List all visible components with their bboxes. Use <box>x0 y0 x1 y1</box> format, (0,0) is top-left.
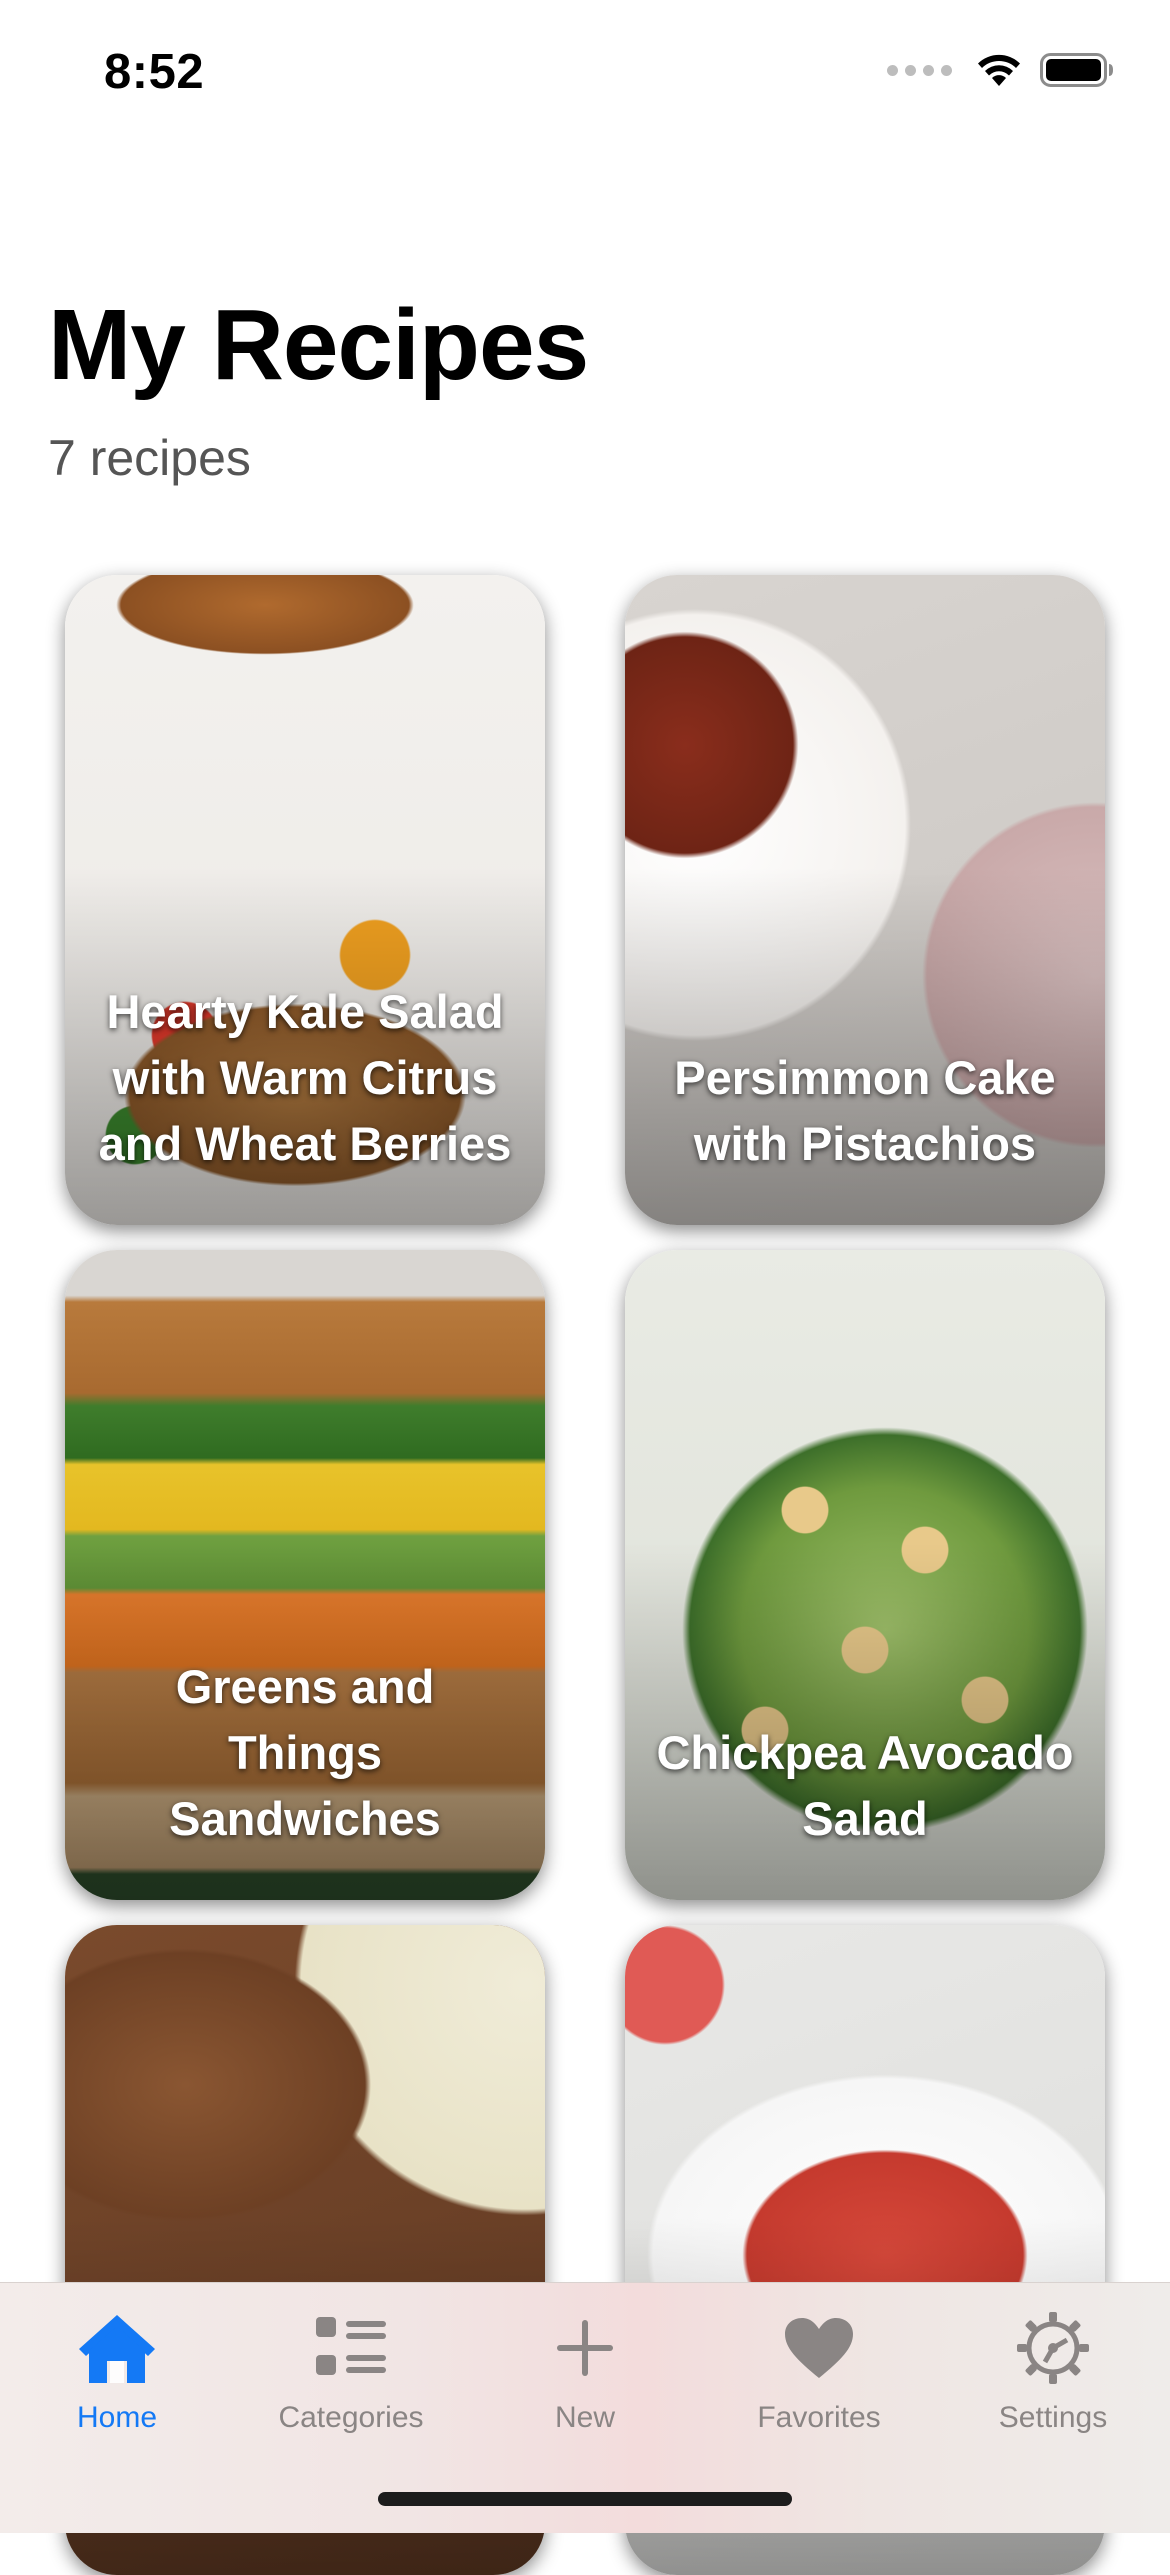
heart-icon <box>783 2305 855 2391</box>
tab-label: Favorites <box>757 2401 881 2434</box>
tab-label: Categories <box>278 2401 424 2434</box>
recipe-title: Persimmon Cake with Pistachios <box>674 1051 1056 1170</box>
home-indicator[interactable] <box>378 2492 792 2506</box>
tab-new[interactable]: New <box>468 2305 702 2455</box>
gear-icon <box>1015 2305 1091 2391</box>
recipe-card[interactable]: Greens and Things Sandwiches <box>65 1250 545 1900</box>
recipe-card[interactable]: Hearty Kale Salad with Warm Citrus and W… <box>65 575 545 1225</box>
tab-settings[interactable]: Settings <box>936 2305 1170 2455</box>
tab-home[interactable]: Home <box>0 2305 234 2455</box>
recipe-title: Greens and Things Sandwiches <box>169 1660 441 1845</box>
tab-label: Settings <box>998 2401 1108 2434</box>
tab-label: Home <box>76 2401 158 2434</box>
tab-label: New <box>554 2401 615 2434</box>
tab-categories[interactable]: Categories <box>234 2305 468 2455</box>
plus-icon <box>553 2305 617 2391</box>
recipe-grid: Hearty Kale Salad with Warm Citrus and W… <box>0 0 1170 2575</box>
recipe-card[interactable]: Persimmon Cake with Pistachios <box>625 575 1105 1225</box>
house-icon <box>75 2305 159 2391</box>
list-icon <box>314 2305 388 2391</box>
recipe-title: Chickpea Avocado Salad <box>656 1726 1074 1845</box>
recipe-card[interactable]: Chickpea Avocado Salad <box>625 1250 1105 1900</box>
tab-favorites[interactable]: Favorites <box>702 2305 936 2455</box>
recipe-title: Hearty Kale Salad with Warm Citrus and W… <box>98 985 512 1170</box>
